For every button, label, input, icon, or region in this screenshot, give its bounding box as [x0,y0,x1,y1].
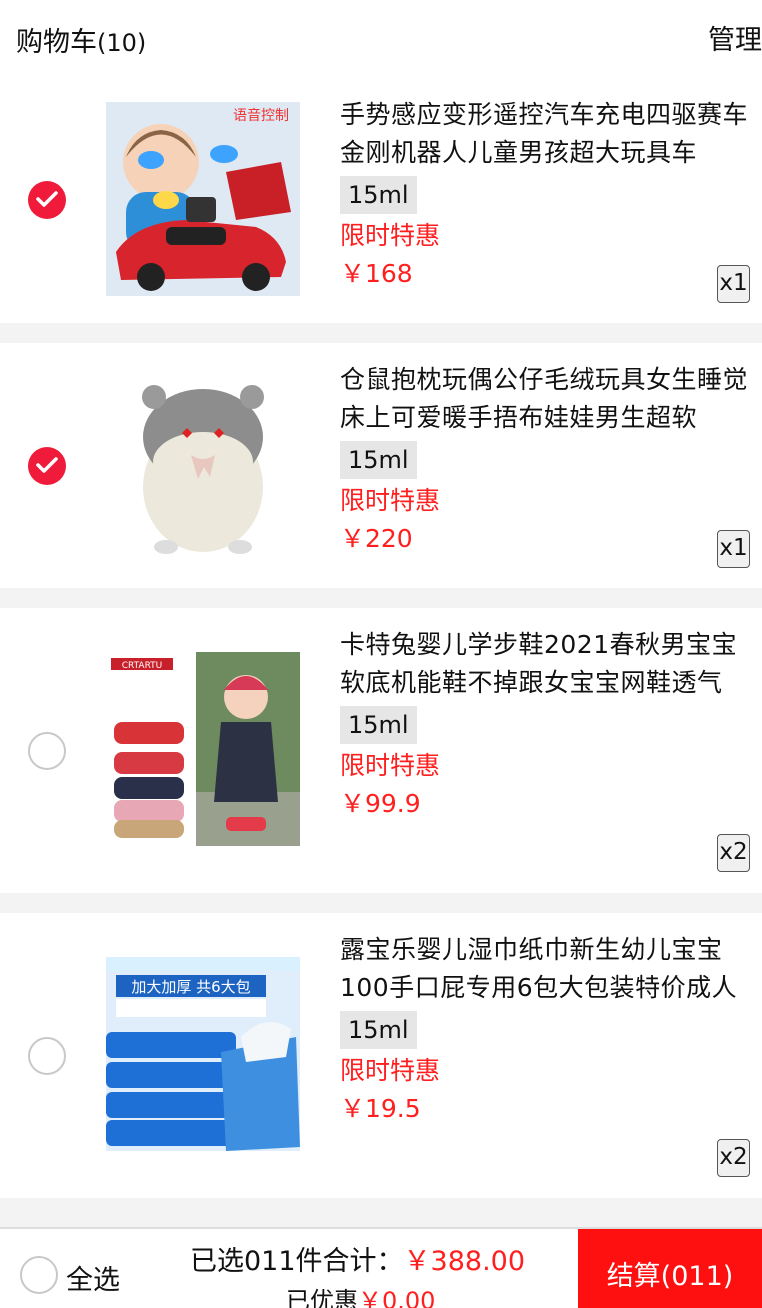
checkout-bar: 全选 已选011件合计：￥388.00 已优惠￥0.00 结算(011) [0,1227,762,1308]
item-info: 卡特兔婴儿学步鞋2021春秋男宝宝软底机能鞋不掉跟女宝宝网鞋透气 15ml 限时… [340,626,750,824]
promo-label: 限时特惠 [340,751,441,780]
product-spec[interactable]: 15ml [340,706,417,744]
image-caption: 加大加厚 共6大包 [131,978,250,996]
quantity-button[interactable]: x2 [717,1139,750,1177]
total-summary: 已选011件合计：￥388.00 [190,1239,525,1278]
product-image-rc-car[interactable]: 语音控制 [106,102,300,296]
summary-label: 已选011件合计： [190,1246,404,1277]
product-image-wet-wipes[interactable]: 加大加厚 共6大包 [106,957,300,1151]
item-info: 仓鼠抱枕玩偶公仔毛绒玩具女生睡觉床上可爱暖手捂布娃娃男生超软 15ml 限时特惠… [340,361,750,559]
cart-item: 加大加厚 共6大包 露宝乐婴儿湿巾纸巾新生幼儿宝宝100手口屁专用6包大包装特价… [0,913,762,1198]
promo-label: 限时特惠 [340,221,441,250]
page-title-text: 购物车 [16,27,97,58]
discount-label: 已优惠 [286,1287,358,1308]
product-price: ￥220 [340,524,413,553]
header: 购物车(10) 管理 [0,0,762,78]
cart-item: 语音控制 手势感应变形遥控汽车充电四驱赛车金刚机器人儿童男孩超大玩具车 15ml… [0,78,762,323]
product-price: ￥168 [340,259,413,288]
promo-label: 限时特惠 [340,1056,441,1085]
image-caption: CRTARTU [122,661,163,671]
product-spec[interactable]: 15ml [340,1011,417,1049]
checkmark-icon [36,191,58,207]
cart-count: (10) [97,29,147,57]
image-caption: 语音控制 [233,107,289,124]
page-title: 购物车(10) [16,20,146,59]
product-price: ￥99.9 [340,789,421,818]
product-image-hamster-plush[interactable] [106,367,300,561]
product-name[interactable]: 手势感应变形遥控汽车充电四驱赛车金刚机器人儿童男孩超大玩具车 [340,96,750,172]
cart-item: CRTARTU 卡特兔婴儿学步鞋2021春秋男宝宝软底机能鞋不掉跟女宝宝网鞋透气… [0,608,762,893]
item-checkbox-unchecked[interactable] [28,732,66,770]
quantity-button[interactable]: x2 [717,834,750,872]
promo-label: 限时特惠 [340,486,441,515]
select-all-checkbox[interactable] [20,1256,58,1294]
checkmark-icon [36,457,58,473]
product-image-baby-shoes[interactable]: CRTARTU [106,652,300,846]
item-checkbox-unchecked[interactable] [28,1037,66,1075]
manage-button[interactable]: 管理 [708,18,762,57]
quantity-button[interactable]: x1 [717,265,750,303]
product-name[interactable]: 仓鼠抱枕玩偶公仔毛绒玩具女生睡觉床上可爱暖手捂布娃娃男生超软 [340,361,750,437]
item-info: 手势感应变形遥控汽车充电四驱赛车金刚机器人儿童男孩超大玩具车 15ml 限时特惠… [340,96,750,294]
discount-amount: ￥0.00 [358,1287,436,1308]
item-info: 露宝乐婴儿湿巾纸巾新生幼儿宝宝100手口屁专用6包大包装特价成人 15ml 限时… [340,931,750,1129]
select-all-label[interactable]: 全选 [66,1258,120,1297]
item-checkbox-checked[interactable] [28,447,66,485]
product-price: ￥19.5 [340,1094,421,1123]
product-spec[interactable]: 15ml [340,441,417,479]
quantity-button[interactable]: x1 [717,530,750,568]
cart-item: 仓鼠抱枕玩偶公仔毛绒玩具女生睡觉床上可爱暖手捂布娃娃男生超软 15ml 限时特惠… [0,343,762,588]
product-spec[interactable]: 15ml [340,176,417,214]
checkout-button[interactable]: 结算(011) [578,1229,762,1308]
cart-list: 语音控制 手势感应变形遥控汽车充电四驱赛车金刚机器人儿童男孩超大玩具车 15ml… [0,78,762,1218]
item-checkbox-checked[interactable] [28,181,66,219]
discount-summary: 已优惠￥0.00 [286,1281,435,1308]
product-name[interactable]: 露宝乐婴儿湿巾纸巾新生幼儿宝宝100手口屁专用6包大包装特价成人 [340,931,750,1007]
total-amount: ￥388.00 [403,1246,526,1277]
product-name[interactable]: 卡特兔婴儿学步鞋2021春秋男宝宝软底机能鞋不掉跟女宝宝网鞋透气 [340,626,750,702]
